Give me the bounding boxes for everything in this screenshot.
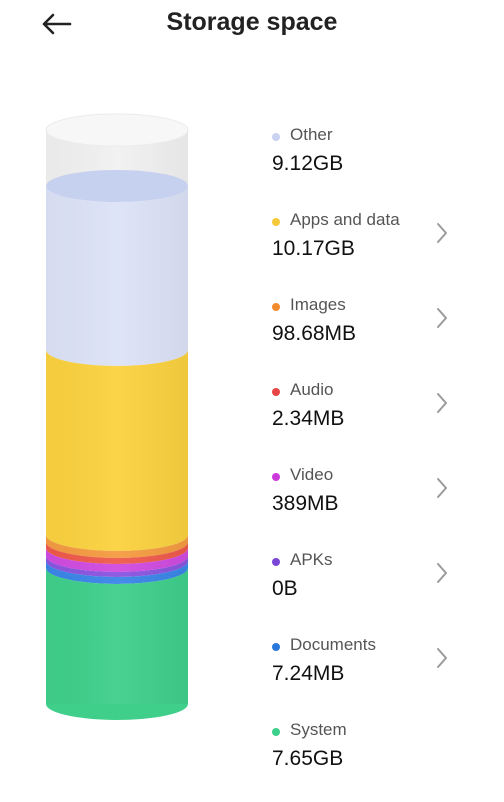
category-size: 98.68MB [272,322,357,345]
chevron-right-icon [437,478,447,498]
chevron-right-icon [437,308,447,328]
category-size: 0B [272,577,298,600]
category-size: 10.17GB [272,237,355,260]
storage-category-video[interactable]: Video 389MB [270,462,470,547]
storage-cylinder-chart [45,113,189,720]
category-size: 389MB [272,492,339,515]
storage-category-apps-and-data[interactable]: Apps and data 10.17GB [270,207,470,292]
category-label: Audio [290,380,334,399]
storage-category-apks[interactable]: APKs 0B [270,547,470,632]
legend-dot [272,388,280,396]
category-label: Video [290,465,334,484]
legend-dot [272,218,280,226]
category-size: 9.12GB [272,152,344,175]
legend-dot [272,643,280,651]
legend-dot [272,558,280,566]
legend-dot [272,133,280,141]
legend-dot [272,303,280,311]
storage-legend: Other 9.12GB Apps and data 10.17GB Image… [270,122,470,802]
storage-category-other: Other 9.12GB [270,122,470,207]
cylinder-top-cap [45,113,189,147]
storage-category-documents[interactable]: Documents 7.24MB [270,632,470,717]
category-label: APKs [290,550,333,569]
category-label: System [290,720,347,739]
chevron-right-icon [437,563,447,583]
category-label: Other [290,125,333,144]
legend-dot [272,728,280,736]
category-label: Documents [290,635,376,654]
page-title: Storage space [166,8,338,36]
category-size: 7.24MB [272,662,345,685]
category-label: Apps and data [290,210,400,229]
chevron-right-icon [437,223,447,243]
category-label: Images [290,295,346,314]
chevron-right-icon [437,648,447,668]
storage-category-images[interactable]: Images 98.68MB [270,292,470,377]
storage-category-audio[interactable]: Audio 2.34MB [270,377,470,462]
category-size: 2.34MB [272,407,345,430]
chevron-right-icon [437,393,447,413]
cylinder-other-top [46,170,188,202]
legend-dot [272,473,280,481]
storage-category-system: System 7.65GB [270,717,470,802]
category-size: 7.65GB [272,747,344,770]
top-bar: Storage space [0,0,504,48]
